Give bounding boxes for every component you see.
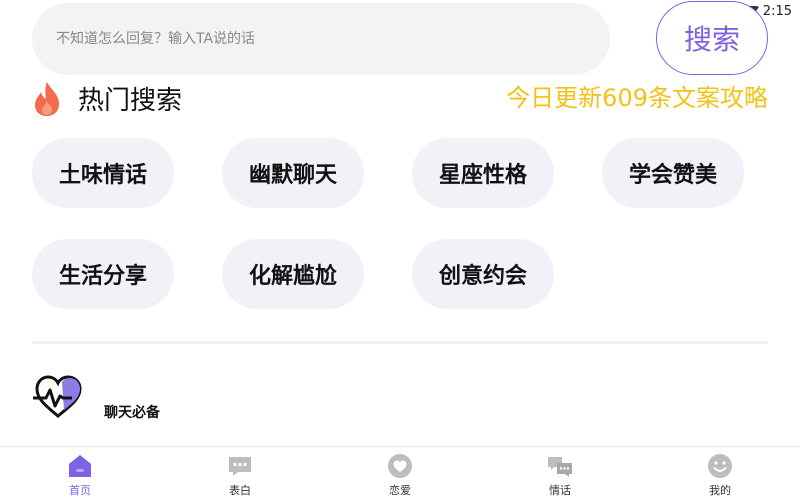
nav-label: 我的 bbox=[709, 484, 731, 497]
hot-search-header: 热门搜索 bbox=[30, 80, 182, 117]
nav-item-love-words[interactable]: 情话 bbox=[520, 453, 600, 498]
home-icon bbox=[69, 455, 91, 477]
status-time: 2:15 bbox=[762, 4, 792, 19]
tag-button[interactable]: 星座性格 bbox=[412, 138, 554, 208]
nav-item-home[interactable]: 首页 bbox=[40, 453, 120, 498]
nav-label: 恋爱 bbox=[389, 484, 411, 497]
heart-icon bbox=[388, 454, 412, 478]
nav-item-profile[interactable]: 我的 bbox=[680, 453, 760, 498]
nav-item-confession[interactable]: 表白 bbox=[200, 453, 280, 498]
chat-bubbles-icon bbox=[548, 457, 572, 477]
daily-update-text: 今日更新609条文案攻略 bbox=[506, 84, 768, 112]
tag-button[interactable]: 学会赞美 bbox=[602, 138, 744, 208]
nav-label: 首页 bbox=[69, 484, 91, 497]
search-button[interactable]: 搜索 bbox=[656, 1, 768, 75]
chat-essentials-section[interactable]: 聊天必备 bbox=[32, 374, 160, 424]
flame-icon bbox=[35, 81, 59, 116]
chat-bubble-icon bbox=[229, 457, 251, 476]
nav-label: 表白 bbox=[229, 484, 251, 497]
chat-essentials-title: 聊天必备 bbox=[104, 405, 160, 421]
tag-button[interactable]: 化解尴尬 bbox=[222, 239, 364, 309]
tag-button[interactable]: 幽默聊天 bbox=[222, 138, 364, 208]
tag-button[interactable]: 土味情话 bbox=[32, 138, 174, 208]
bottom-nav: 首页 表白 恋爱 情话 我的 bbox=[0, 446, 800, 501]
nav-item-love[interactable]: 恋爱 bbox=[360, 453, 440, 498]
search-input[interactable] bbox=[54, 30, 610, 48]
tag-button[interactable]: 创意约会 bbox=[412, 239, 554, 309]
hot-search-title: 热门搜索 bbox=[78, 86, 183, 116]
search-box[interactable] bbox=[32, 3, 610, 75]
tag-button[interactable]: 生活分享 bbox=[32, 239, 174, 309]
heartbeat-icon bbox=[33, 375, 82, 418]
smiley-icon bbox=[708, 454, 732, 478]
section-divider bbox=[32, 341, 768, 344]
nav-label: 情话 bbox=[549, 484, 571, 497]
